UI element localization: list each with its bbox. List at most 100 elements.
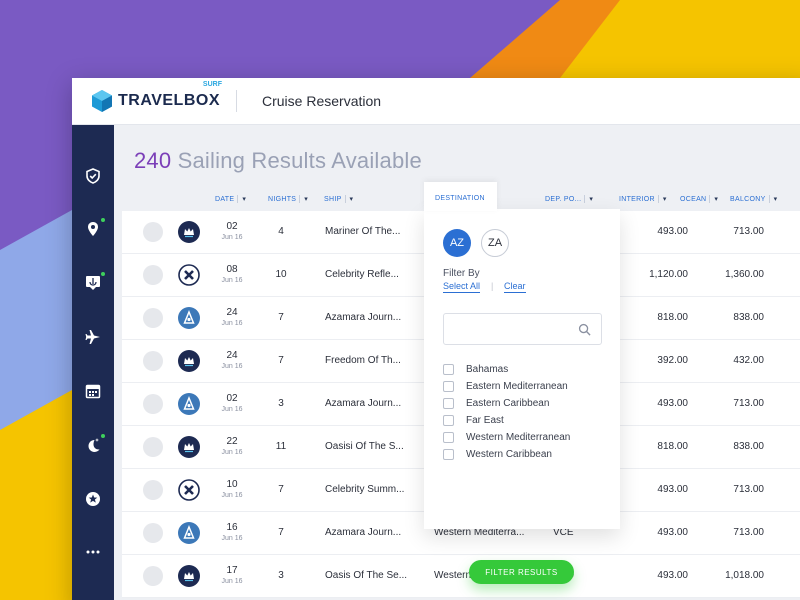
sailing-day: 24 (226, 307, 238, 318)
balcony-price[interactable]: 868.00 (762, 312, 800, 323)
sort-caret-icon[interactable]: ▾ (299, 195, 308, 203)
link-separator: | (491, 281, 494, 291)
option-checkbox[interactable] (443, 363, 454, 375)
row-select-toggle[interactable] (143, 480, 163, 500)
destination-option[interactable]: Western Mediterranean (443, 430, 570, 444)
balcony-price[interactable]: 893.00 (762, 398, 800, 409)
option-checkbox[interactable] (443, 414, 454, 426)
table-row[interactable]: 17Jun 163Oasis Of The Se...Western Carib… (122, 555, 800, 598)
crown-anchor-logo-icon (178, 221, 200, 243)
ship-name[interactable]: Oasis Of The Se... (325, 570, 407, 581)
destination-search-input[interactable] (443, 313, 602, 345)
ship-name[interactable]: Celebrity Summ... (325, 484, 404, 495)
sort-caret-icon[interactable]: ▾ (768, 195, 778, 203)
ocean-price[interactable]: 838.00 (682, 312, 764, 323)
sailing-month: Jun 16 (221, 535, 243, 542)
sidebar-item-favorites[interactable] (72, 484, 114, 514)
interior-price[interactable]: 1,120.00 (612, 269, 688, 280)
column-header-dep-port[interactable]: DEP. PO... ▾ (545, 195, 593, 203)
ship-name[interactable]: Azamara Journ... (325, 527, 401, 538)
ship-name[interactable]: Celebrity Refle... (325, 269, 399, 280)
sidebar-item-flights[interactable] (72, 322, 114, 352)
ocean-price[interactable]: 838.00 (682, 441, 764, 452)
ocean-price[interactable]: 1,360.00 (682, 269, 764, 280)
ship-name[interactable]: Oasisi Of The S... (325, 441, 404, 452)
sidebar-item-hotels[interactable] (72, 430, 114, 460)
row-select-toggle[interactable] (143, 351, 163, 371)
column-header-label: DEP. PO... (545, 196, 582, 203)
interior-price[interactable]: 818.00 (612, 312, 688, 323)
balcony-price[interactable]: 1,000.00 (762, 570, 800, 581)
sailing-month: Jun 16 (221, 277, 243, 284)
brand-logo[interactable]: TRAVELBOX SURF (90, 81, 222, 113)
interior-price[interactable]: 493.00 (612, 570, 688, 581)
destination-option[interactable]: Eastern Caribbean (443, 396, 549, 410)
sidebar-item-more[interactable] (72, 537, 114, 567)
row-select-toggle[interactable] (143, 308, 163, 328)
select-all-link[interactable]: Select All (443, 281, 481, 293)
sort-descending-button[interactable]: ZA (481, 229, 509, 257)
sailing-day: 08 (226, 264, 238, 275)
column-header-ship[interactable]: SHIP ▾ (324, 195, 353, 203)
sidebar-item-security[interactable] (72, 161, 114, 191)
ship-name[interactable]: Mariner Of The... (325, 226, 400, 237)
sidebar-item-cruise[interactable] (72, 268, 114, 298)
destination-option[interactable]: Far East (443, 413, 504, 427)
row-select-toggle[interactable] (143, 222, 163, 242)
balcony-price[interactable]: 893.00 (762, 226, 800, 237)
interior-price[interactable]: 818.00 (612, 441, 688, 452)
balcony-price[interactable]: 662.00 (762, 355, 800, 366)
interior-price[interactable]: 493.00 (612, 398, 688, 409)
sort-caret-icon[interactable]: ▾ (657, 195, 667, 203)
option-checkbox[interactable] (443, 397, 454, 409)
row-select-toggle[interactable] (143, 394, 163, 414)
row-select-toggle[interactable] (143, 523, 163, 543)
ocean-price[interactable]: 713.00 (682, 398, 764, 409)
x-logo-icon (178, 479, 200, 501)
ship-name[interactable]: Azamara Journ... (325, 398, 401, 409)
crown-anchor-logo-icon (178, 436, 200, 458)
sort-caret-icon[interactable]: ▾ (584, 195, 593, 203)
destination-option[interactable]: Bahamas (443, 362, 508, 376)
interior-price[interactable]: 493.00 (612, 484, 688, 495)
column-header-balcony[interactable]: BALCONY ▾ (730, 195, 777, 203)
ship-name[interactable]: Azamara Journ... (325, 312, 401, 323)
airplane-icon (85, 330, 100, 344)
interior-price[interactable]: 392.00 (612, 355, 688, 366)
interior-price[interactable]: 493.00 (612, 527, 688, 538)
sort-caret-icon[interactable]: ▾ (237, 195, 246, 203)
option-checkbox[interactable] (443, 431, 454, 443)
sidebar-item-location[interactable] (72, 214, 114, 244)
ocean-price[interactable]: 1,018.00 (682, 570, 764, 581)
brand-sub: SURF (202, 81, 222, 88)
sort-caret-icon[interactable]: ▾ (709, 195, 718, 203)
ship-name[interactable]: Freedom Of Th... (325, 355, 401, 366)
column-header-ocean[interactable]: OCEAN ▾ (680, 195, 718, 203)
option-checkbox[interactable] (443, 380, 454, 392)
sidebar-item-calendar[interactable] (72, 376, 114, 406)
ocean-price[interactable]: 713.00 (682, 484, 764, 495)
balcony-price[interactable]: 893.00 (762, 527, 800, 538)
ocean-price[interactable]: 713.00 (682, 226, 764, 237)
sort-caret-icon[interactable]: ▾ (344, 195, 354, 203)
ocean-price[interactable]: 432.00 (682, 355, 764, 366)
ocean-price[interactable]: 713.00 (682, 527, 764, 538)
row-select-toggle[interactable] (143, 437, 163, 457)
balcony-price[interactable]: 2,130.00 (762, 269, 800, 280)
option-checkbox[interactable] (443, 448, 454, 460)
column-header-interior[interactable]: INTERIOR ▾ (619, 195, 667, 203)
filter-results-button[interactable]: FILTER RESULTS (469, 560, 574, 584)
x-logo-icon (178, 264, 200, 286)
destination-option[interactable]: Western Caribbean (443, 447, 552, 461)
interior-price[interactable]: 493.00 (612, 226, 688, 237)
clear-link[interactable]: Clear (504, 281, 526, 293)
column-header-destination[interactable]: DESTINATION (424, 182, 497, 211)
sort-ascending-button[interactable]: AZ (443, 229, 471, 257)
balcony-price[interactable]: 868.00 (762, 441, 800, 452)
balcony-price[interactable]: 893.00 (762, 484, 800, 495)
column-header-date[interactable]: DATE ▾ (215, 195, 246, 203)
column-header-nights[interactable]: NIGHTS ▾ (268, 195, 308, 203)
row-select-toggle[interactable] (143, 265, 163, 285)
destination-option[interactable]: Eastern Mediterranean (443, 379, 568, 393)
row-select-toggle[interactable] (143, 566, 163, 586)
